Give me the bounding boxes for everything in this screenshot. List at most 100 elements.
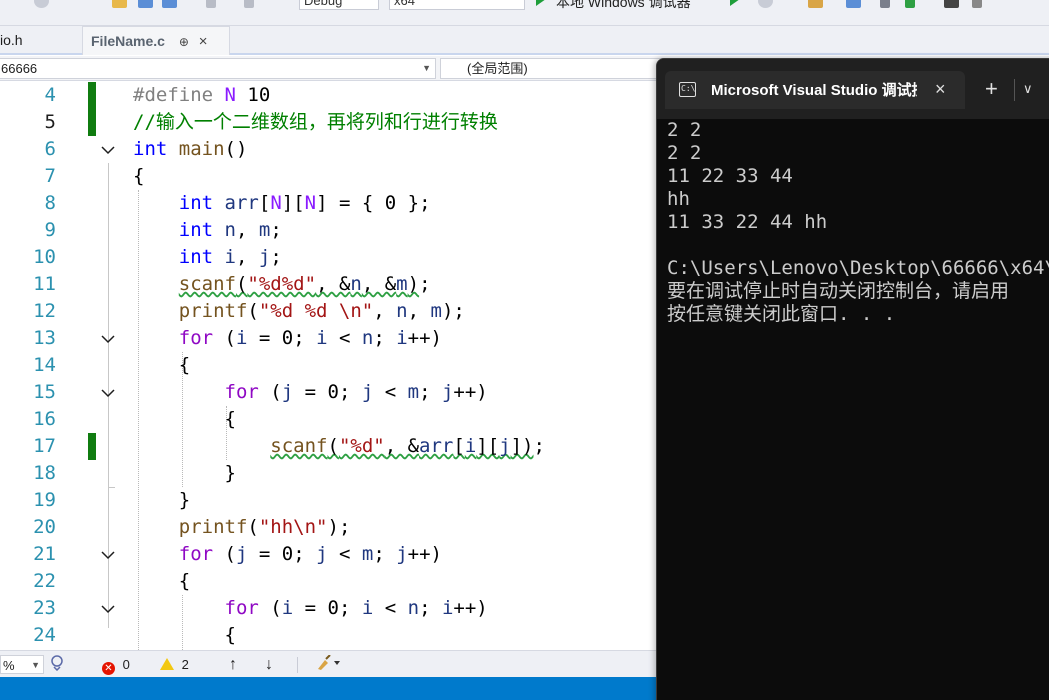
line-number: 17 <box>33 435 56 457</box>
code-text: printf("hh\n"); <box>178 516 351 538</box>
code-text: int main() <box>133 138 248 160</box>
close-icon[interactable]: × <box>935 79 946 99</box>
code-text: { <box>133 165 145 187</box>
zoom-value: % <box>3 658 15 673</box>
check-icon[interactable] <box>905 0 915 8</box>
code-text: #define N 10 <box>133 84 271 106</box>
start-debug-button[interactable]: 本地 Windows 调试器 <box>556 0 691 12</box>
debug-console-window[interactable]: C:\ Microsoft Visual Studio 调试控制台 × + ∨ … <box>656 58 1049 700</box>
chevron-down-icon[interactable] <box>100 334 116 344</box>
line-number: 18 <box>33 462 56 484</box>
line-number: 24 <box>33 624 56 646</box>
warning-count[interactable]: 2 <box>160 655 189 674</box>
platform-select[interactable]: x64 <box>389 0 525 10</box>
warning-count-value: 2 <box>181 657 189 672</box>
change-marker <box>88 433 96 460</box>
code-text: for (j = 0; j < m; j++) <box>178 543 442 565</box>
line-number: 13 <box>33 327 56 349</box>
code-text: { <box>133 624 236 646</box>
code-text: int i, j; <box>178 246 282 268</box>
code-text: printf("%d %d \n", n, m); <box>178 300 465 322</box>
code-text: for (j = 0; j < m; j++) <box>224 381 488 403</box>
pin-icon[interactable]: ⊕ <box>179 28 189 57</box>
console-line: hh <box>667 188 690 210</box>
chevron-down-icon[interactable] <box>100 145 116 155</box>
console-line: 11 22 33 44 <box>667 165 793 187</box>
terminal-icon-text: C:\ <box>681 84 696 93</box>
console-output[interactable]: 2 2 2 2 11 22 33 44 hh 11 33 22 44 hh C:… <box>667 119 1049 326</box>
warning-icon <box>160 658 174 670</box>
arrow-down-icon[interactable]: ↓ <box>265 655 273 674</box>
code-cleanup-icon[interactable] <box>316 654 342 674</box>
zoom-select[interactable]: % ▼ <box>0 655 44 674</box>
undo-icon[interactable] <box>206 0 216 8</box>
line-number: 19 <box>33 489 56 511</box>
arrow-up-icon[interactable]: ↑ <box>229 655 237 674</box>
open-folder-icon[interactable] <box>112 0 127 8</box>
code-text: scanf("%d", &arr[i][j]); <box>270 435 545 457</box>
chevron-down-icon[interactable] <box>100 550 116 560</box>
document-tabs: io.h FileName.c ⊕ × <box>0 26 1049 55</box>
start-without-debug-icon[interactable] <box>730 0 740 6</box>
code-text: } <box>133 462 236 484</box>
change-marker <box>88 109 96 136</box>
console-line: 2 2 <box>667 142 702 164</box>
console-line: 2 2 <box>667 119 702 141</box>
console-titlebar: C:\ Microsoft Visual Studio 调试控制台 × + ∨ <box>657 59 1049 119</box>
health-icon[interactable] <box>50 655 66 674</box>
error-count-value: 0 <box>122 657 130 672</box>
code-text: { <box>133 408 236 430</box>
start-debug-icon[interactable] <box>536 0 546 6</box>
line-number: 7 <box>44 165 56 187</box>
line-number: 5 <box>44 111 56 133</box>
code-text: } <box>133 489 191 511</box>
line-number: 11 <box>33 273 56 295</box>
code-text: for (i = 0; i < n; i++) <box>178 327 442 349</box>
error-count[interactable]: ✕ 0 <box>102 655 130 675</box>
line-number: 6 <box>44 138 56 160</box>
line-number: 14 <box>33 354 56 376</box>
line-number: 9 <box>44 219 56 241</box>
back-icon[interactable] <box>34 0 49 8</box>
save-icon[interactable] <box>138 0 153 8</box>
project-scope-select[interactable]: 66666 ▼ <box>0 58 436 79</box>
member-scope-select[interactable]: (全局范围) <box>440 58 680 79</box>
chevron-down-icon: ▼ <box>422 63 431 73</box>
code-comment: //输入一个二维数组，再将列和行进行转换 <box>133 111 498 133</box>
line-number: 10 <box>33 246 56 268</box>
tab-label: FileName.c <box>91 33 165 49</box>
chevron-down-icon[interactable] <box>100 604 116 614</box>
line-number: 23 <box>33 597 56 619</box>
chevron-down-icon[interactable]: ∨ <box>1023 81 1033 97</box>
titlebar-divider <box>1014 79 1015 101</box>
browse-icon[interactable] <box>808 0 823 8</box>
member-scope-value: (全局范围) <box>467 61 528 76</box>
project-scope-value: 66666 <box>1 61 38 76</box>
redo-icon[interactable] <box>244 0 254 8</box>
status-divider <box>297 657 298 673</box>
new-tab-button[interactable]: + <box>985 78 998 100</box>
solution-icon[interactable] <box>846 0 861 8</box>
stop-icon[interactable] <box>758 0 773 8</box>
console-line: 要在调试停止时自动关闭控制台，请启用 <box>667 280 1010 302</box>
console-line: 11 33 22 44 hh <box>667 211 828 233</box>
chevron-down-icon: ▼ <box>31 660 40 670</box>
tab-filename-c[interactable]: FileName.c ⊕ × <box>82 26 230 55</box>
configuration-select[interactable]: Debug <box>299 0 379 10</box>
split-icon[interactable] <box>880 0 890 8</box>
layout-icon[interactable] <box>944 0 959 8</box>
close-tab-icon[interactable]: × <box>199 27 208 56</box>
code-text: scanf("%d%d", &n, &m); <box>178 273 431 295</box>
console-tab[interactable]: C:\ Microsoft Visual Studio 调试控制台 × <box>665 71 965 109</box>
line-number: 12 <box>33 300 56 322</box>
line-number: 22 <box>33 570 56 592</box>
console-line: C:\Users\Lenovo\Desktop\66666\x64\Debug\… <box>667 257 1049 279</box>
chevron-down-icon[interactable] <box>100 388 116 398</box>
error-icon: ✕ <box>102 662 115 675</box>
console-title: Microsoft Visual Studio 调试控制台 <box>711 82 917 99</box>
more-icon[interactable] <box>972 0 982 8</box>
save-all-icon[interactable] <box>162 0 177 8</box>
code-text: { <box>133 570 191 592</box>
tab-io-h[interactable]: io.h <box>0 26 31 55</box>
